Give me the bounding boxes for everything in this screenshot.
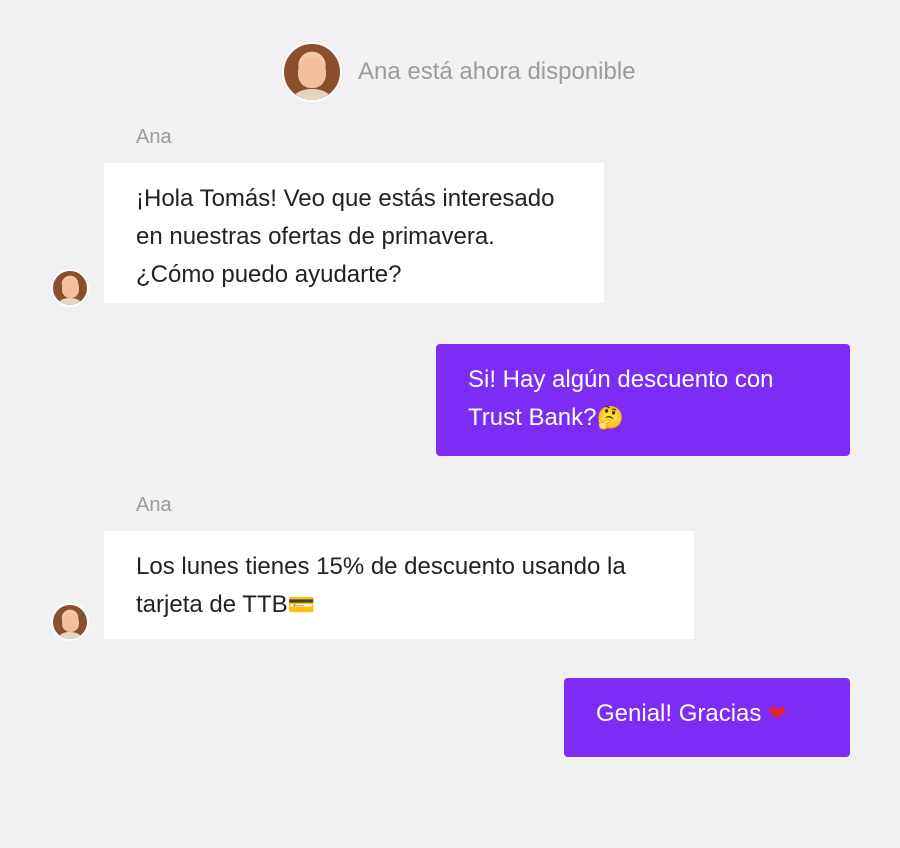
outgoing-message-bubble: Genial! Gracias ❤ [564, 678, 850, 757]
incoming-message-bubble: ¡Hola Tomás! Veo que estás interesado en… [104, 163, 604, 303]
thinking-face-icon: 🤔 [596, 406, 624, 431]
chat-window: Ana está ahora disponible Ana ¡Hola Tomá… [0, 0, 900, 848]
agent-status-text: Ana está ahora disponible [358, 58, 636, 85]
incoming-message-bubble: Los lunes tienes 15% de descuento usando… [104, 531, 694, 639]
agent-avatar [282, 42, 342, 102]
message-text: ¡Hola Tomás! Veo que estás interesado en… [136, 185, 555, 288]
outgoing-message-bubble: Si! Hay algún descuento con Trust Bank?🤔 [436, 344, 850, 456]
sender-name: Ana [136, 126, 172, 148]
sender-name: Ana [136, 494, 172, 516]
agent-status: Ana está ahora disponible [282, 42, 636, 102]
red-heart-icon: ❤ [768, 702, 787, 727]
sender-avatar [51, 603, 89, 641]
sender-avatar [51, 269, 89, 307]
credit-card-icon: 💳 [287, 593, 316, 618]
message-text: Los lunes tienes 15% de descuento usando… [136, 553, 626, 618]
message-text: Genial! Gracias [596, 700, 762, 727]
